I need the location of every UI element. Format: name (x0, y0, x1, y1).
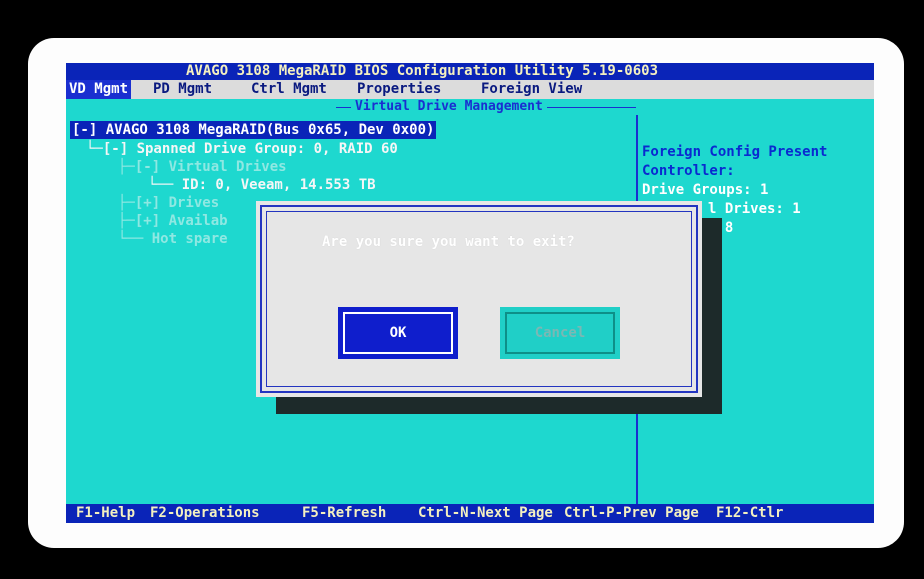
tab-ctrl-mgmt[interactable]: Ctrl Mgmt (248, 80, 330, 99)
hotkey-next-page: Ctrl-N-Next Page (418, 505, 553, 521)
tree-drive-group[interactable]: └─[-] Spanned Drive Group: 0, RAID 60 (86, 140, 398, 158)
controller-label: Controller: (642, 163, 735, 179)
foreign-config-label: Foreign Config Present (642, 144, 828, 160)
hotkey-help: F1-Help (76, 505, 136, 521)
exit-confirm-dialog: Are you sure you want to exit? OK Cancel (256, 201, 702, 397)
tab-vd-mgmt[interactable]: VD Mgmt (66, 80, 132, 99)
app-title: AVAGO 3108 MegaRAID BIOS Configuration U… (186, 63, 659, 79)
hotkey-prev-page: Ctrl-P-Prev Page (564, 505, 699, 521)
section-title: Virtual Drive Management (351, 100, 547, 114)
tree-virtual-drives[interactable]: ├─[-] Virtual Drives (118, 158, 287, 176)
tab-properties[interactable]: Properties (354, 80, 444, 99)
bios-screen: AVAGO 3108 MegaRAID BIOS Configuration U… (66, 63, 874, 523)
ok-button[interactable]: OK (338, 307, 458, 359)
status-bar: F1-Help F2-Operations F5-Refresh Ctrl-N-… (66, 504, 874, 523)
hotkey-operations: F2-Operations (150, 505, 260, 521)
cancel-label: Cancel (534, 325, 586, 341)
tree-controller[interactable]: [-] AVAGO 3108 MegaRAID(Bus 0x65, Dev 0x… (70, 121, 437, 139)
hotkey-refresh: F5-Refresh (302, 505, 387, 521)
drive-groups-value: Drive Groups: 1 (642, 182, 769, 198)
hotkey-ctlr: F12-Ctlr (716, 505, 784, 521)
tree-available[interactable]: ├─[+] Availab (118, 212, 228, 230)
section-header: Virtual Drive Management (66, 100, 636, 114)
dialog-question: Are you sure you want to exit? (322, 234, 575, 250)
cancel-button[interactable]: Cancel (500, 307, 620, 359)
tree-vd-id-0[interactable]: └── ID: 0, Veeam, 14.553 TB (148, 176, 376, 194)
menu-bar: VD Mgmt PD Mgmt Ctrl Mgmt Properties For… (66, 80, 874, 99)
ok-label: OK (389, 325, 407, 341)
tab-foreign-view[interactable]: Foreign View (478, 80, 585, 99)
tree-hot-spare[interactable]: └── Hot spare (118, 230, 228, 248)
title-bar: AVAGO 3108 MegaRAID BIOS Configuration U… (66, 63, 874, 80)
tree-drives[interactable]: ├─[+] Drives (118, 194, 219, 212)
tab-pd-mgmt[interactable]: PD Mgmt (150, 80, 215, 99)
